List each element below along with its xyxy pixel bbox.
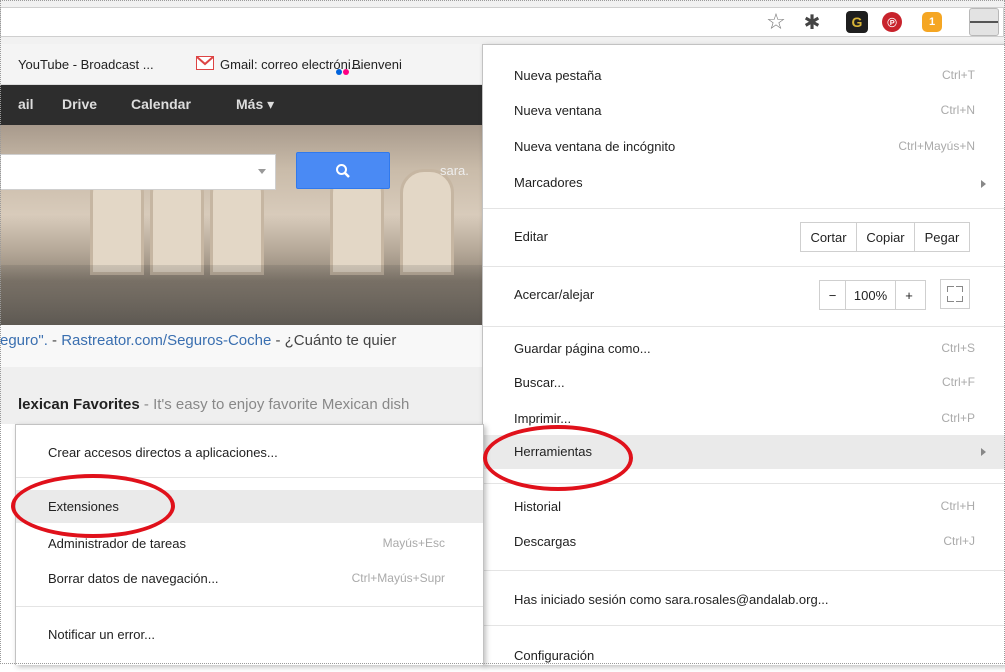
menu-label: Nueva ventana [514,103,602,118]
search-icon [336,163,350,178]
menu-icon[interactable] [969,8,999,36]
menu-nueva-pestana[interactable]: Nueva pestaña Ctrl+T [483,62,1005,92]
menu-label: Nueva pestaña [514,68,602,83]
edit-button-group: Cortar Copiar Pegar [800,222,970,252]
bug-icon[interactable]: ✱ [800,10,824,34]
menu-descargas[interactable]: Descargas Ctrl+J [483,528,1005,558]
account-name-cut: sara. [440,163,469,178]
menu-divider [483,266,1005,267]
menu-configuracion[interactable]: Configuración [483,642,1005,672]
promo-title[interactable]: lexican Favorites [18,396,140,413]
bookmark-youtube[interactable]: YouTube - Broadcast ... [18,57,154,72]
ad-sep: - [47,332,62,349]
menu-divider [483,570,1005,571]
menu-buscar[interactable]: Buscar... Ctrl+F [483,369,1005,399]
menu-shortcut: Ctrl+Mayús+N [898,139,975,153]
menu-shortcut: Ctrl+H [940,499,975,513]
menu-nueva-ventana[interactable]: Nueva ventana Ctrl+N [483,97,1005,127]
menu-label: Nueva ventana de incógnito [514,139,676,154]
menu-label: Acercar/alejar [514,287,595,302]
menu-label: Marcadores [514,175,583,190]
badge-one-icon[interactable]: 1 [922,12,942,32]
copiar-button[interactable]: Copiar [857,223,915,251]
menu-label: Notificar un error... [48,627,155,642]
menu-label: Historial [514,499,561,514]
submenu-borrar-datos[interactable]: Borrar datos de navegación... Ctrl+Mayús… [16,565,483,595]
menu-shortcut: Ctrl+P [941,411,975,425]
menu-divider [483,625,1005,626]
menu-shortcut: Ctrl+T [942,68,975,82]
google-bar-mail[interactable]: ail [18,96,34,112]
menu-herramientas[interactable]: Herramientas [483,435,1005,469]
menu-label: Borrar datos de navegación... [48,571,219,586]
menu-label: Imprimir... [514,411,572,426]
menu-divider [16,606,483,607]
menu-divider [483,208,1005,209]
google-bar-calendar[interactable]: Calendar [131,96,191,112]
menu-label: Configuración [514,648,595,663]
google-bar: ail Drive Calendar Más ▾ [0,85,483,125]
tools-submenu: Crear accesos directos a aplicaciones...… [15,424,484,665]
menu-label: Editar [514,229,548,244]
submenu-arrow-icon [981,180,986,188]
flickr-icon [336,63,350,78]
menu-divider [16,477,483,478]
submenu-administrador-tareas[interactable]: Administrador de tareas Mayús+Esc [16,530,483,560]
menu-sesion[interactable]: Has iniciado sesión como sara.rosales@an… [483,586,1005,616]
submenu-arrow-icon [981,448,986,456]
pegar-button[interactable]: Pegar [915,223,969,251]
zoom-control: − 100% + [819,280,926,310]
menu-marcadores[interactable]: Marcadores [483,169,1005,199]
menu-divider [483,483,1005,484]
submenu-extensiones[interactable]: Extensiones [16,490,483,523]
menu-guardar[interactable]: Guardar página como... Ctrl+S [483,335,1005,365]
menu-incognito[interactable]: Nueva ventana de incógnito Ctrl+Mayús+N [483,133,1005,163]
menu-label: Crear accesos directos a aplicaciones... [48,445,278,460]
photo-shadow [0,265,483,325]
bookmark-bienvenido[interactable]: Bienveni [352,57,402,72]
submenu-notificar-error[interactable]: Notificar un error... [16,621,483,651]
browser-toolbar: ☆ ✱ G ℗ 1 [0,0,1005,44]
cortar-button[interactable]: Cortar [801,223,857,251]
menu-historial[interactable]: Historial Ctrl+H [483,493,1005,523]
ad-url[interactable]: Rastreator.com/Seguros-Coche [61,332,271,349]
menu-shortcut: Ctrl+Mayús+Supr [351,571,445,585]
gmail-icon [196,56,214,70]
menu-zoom: Acercar/alejar [483,280,1005,312]
star-icon[interactable]: ☆ [764,9,788,34]
menu-shortcut: Ctrl+N [940,103,975,117]
menu-label: Has iniciado sesión como sara.rosales@an… [514,592,829,607]
menu-label: Descargas [514,534,577,549]
g-extension-icon[interactable]: G [846,11,868,33]
chevron-down-icon[interactable] [258,169,266,174]
ad-tail: - ¿Cuánto te quier [271,332,397,349]
search-input[interactable] [0,154,276,190]
menu-label: Herramientas [514,444,593,459]
google-bar-more[interactable]: Más ▾ [236,96,274,113]
menu-shortcut: Ctrl+F [942,375,975,389]
zoom-level: 100% [846,281,896,309]
menu-shortcut: Ctrl+S [941,341,975,355]
submenu-accesos-directos[interactable]: Crear accesos directos a aplicaciones... [16,439,483,469]
chrome-menu: Nueva pestaña Ctrl+T Nueva ventana Ctrl+… [482,44,1005,665]
ad-link-start[interactable]: eguro". [0,332,48,349]
ad-line[interactable]: eguro". - Rastreator.com/Seguros-Coche -… [0,332,396,349]
search-button[interactable] [296,152,390,189]
menu-divider [483,326,1005,327]
promo-text[interactable]: lexican Favorites - It's easy to enjoy f… [18,396,409,413]
promo-desc: - It's easy to enjoy favorite Mexican di… [139,396,410,413]
google-bar-drive[interactable]: Drive [62,96,97,112]
fullscreen-icon[interactable] [940,279,970,309]
menu-label: Extensiones [48,499,119,514]
zoom-in-button[interactable]: + [896,281,922,309]
menu-label: Buscar... [514,375,565,390]
menu-label: Administrador de tareas [48,536,187,551]
zoom-out-button[interactable]: − [820,281,846,309]
menu-shortcut: Ctrl+J [943,534,975,548]
pinterest-icon[interactable]: ℗ [882,12,902,32]
menu-shortcut: Mayús+Esc [382,536,445,550]
menu-label: Guardar página como... [514,341,651,356]
menu-imprimir[interactable]: Imprimir... Ctrl+P [483,405,1005,435]
